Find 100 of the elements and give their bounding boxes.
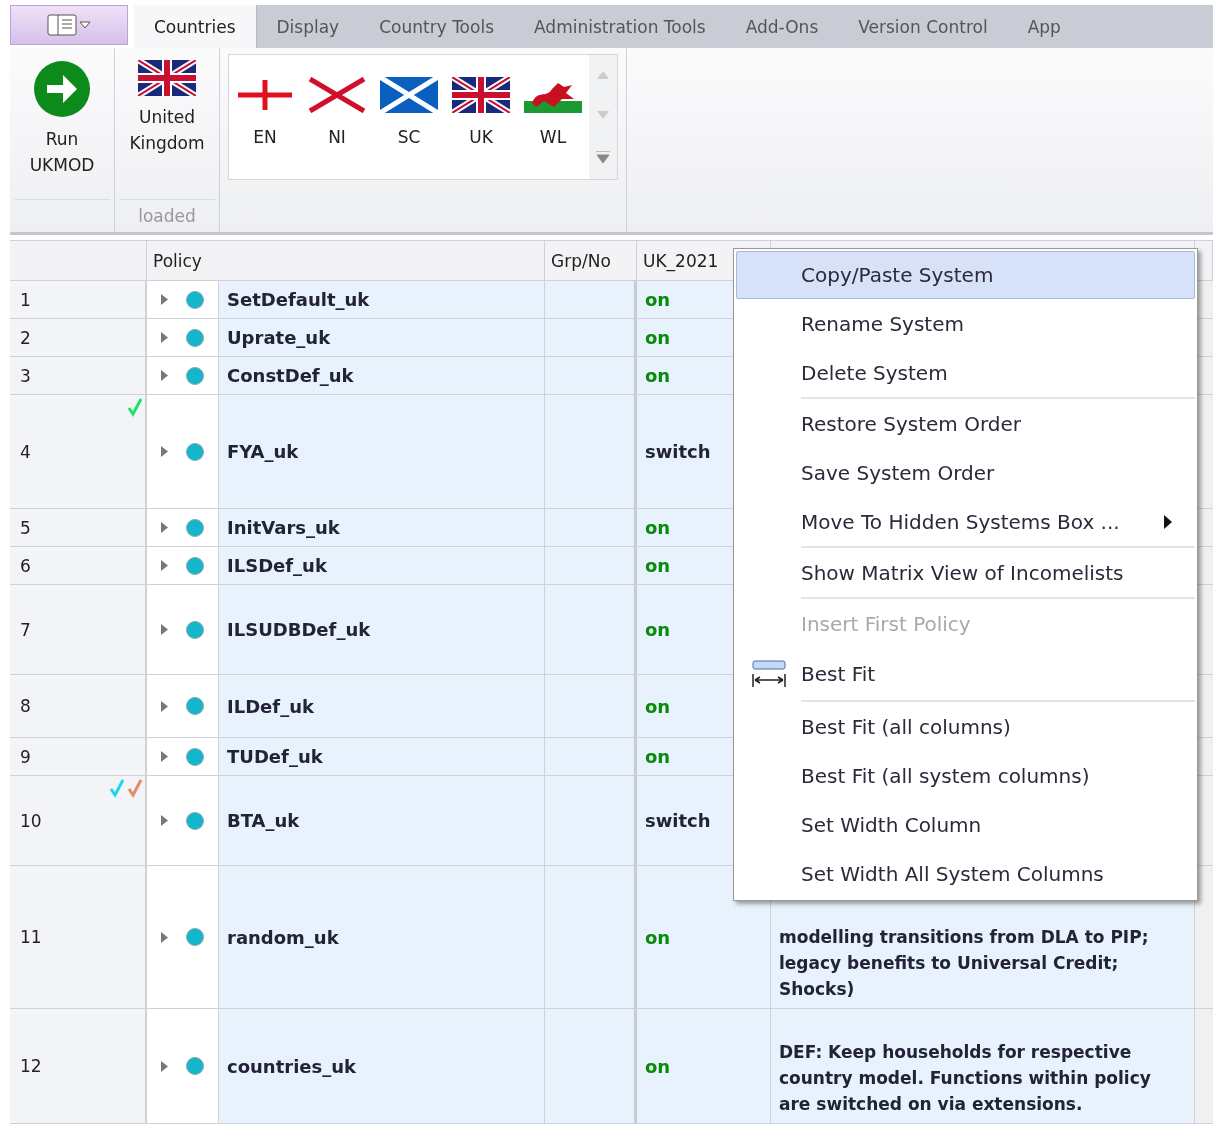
expand-arrow-icon[interactable] bbox=[161, 294, 168, 305]
flag-icon bbox=[308, 77, 366, 113]
policy-status-dot bbox=[186, 556, 204, 575]
expand-arrow-icon[interactable] bbox=[161, 332, 168, 343]
row-number: 11 bbox=[20, 927, 42, 947]
row-number: 10 bbox=[20, 810, 42, 831]
system-status: on bbox=[645, 365, 671, 386]
system-status: on bbox=[645, 619, 671, 640]
expand-arrow-icon[interactable] bbox=[161, 931, 168, 943]
policy-status-dot bbox=[186, 328, 204, 347]
system-status: on bbox=[645, 926, 671, 948]
policy-status-dot bbox=[186, 366, 204, 385]
policy-name: TUDef_uk bbox=[227, 746, 323, 767]
system-status: on bbox=[645, 289, 671, 310]
policy-status-dot bbox=[186, 1057, 204, 1075]
system-status: on bbox=[645, 327, 671, 348]
system-status: switch bbox=[645, 441, 711, 462]
policy-name: FYA_uk bbox=[227, 441, 299, 462]
row-number: 7 bbox=[20, 619, 31, 640]
row-number: 12 bbox=[20, 1056, 42, 1076]
menu-item[interactable]: Set Width All System Columns bbox=[736, 849, 1195, 898]
gallery-expand-icon[interactable] bbox=[596, 151, 610, 163]
country-flag-button[interactable]: NI bbox=[301, 55, 373, 179]
row-number: 5 bbox=[20, 517, 31, 538]
row-number: 9 bbox=[20, 746, 31, 767]
policy-status-dot bbox=[186, 811, 204, 830]
expand-arrow-icon[interactable] bbox=[161, 370, 168, 381]
policy-status-dot bbox=[186, 620, 204, 639]
policy-status-dot bbox=[186, 747, 204, 766]
panel-layout-icon bbox=[47, 13, 91, 37]
expand-arrow-icon[interactable] bbox=[161, 446, 168, 457]
ribbon-tab[interactable]: App bbox=[1007, 5, 1081, 48]
policy-status-dot bbox=[186, 442, 204, 461]
policy-name: ConstDef_uk bbox=[227, 365, 354, 386]
policy-name: ILSUDBDef_uk bbox=[227, 619, 371, 640]
menu-item[interactable]: Copy/Paste System bbox=[736, 251, 1195, 299]
menu-item[interactable]: Restore System Order bbox=[736, 399, 1195, 448]
policy-status-dot bbox=[186, 290, 204, 309]
flag-icon bbox=[380, 77, 438, 113]
policy-name: countries_uk bbox=[227, 1055, 357, 1077]
ribbon-tab[interactable]: Add-Ons bbox=[725, 5, 839, 48]
system-status: on bbox=[645, 517, 671, 538]
policy-name: Uprate_uk bbox=[227, 327, 331, 348]
menu-item[interactable]: Set Width Column bbox=[736, 800, 1195, 849]
expand-arrow-icon[interactable] bbox=[161, 751, 168, 762]
group-label: loaded bbox=[137, 205, 197, 226]
policy-name: InitVars_uk bbox=[227, 517, 340, 538]
policy-comment: modelling transitions from DLA to PIP; legacy benefits to Universal Credit; Shocks) bbox=[779, 926, 1150, 1001]
expand-arrow-icon[interactable] bbox=[161, 1060, 168, 1072]
country-flag-button[interactable]: WL bbox=[517, 55, 589, 179]
row-number: 2 bbox=[20, 327, 31, 348]
expand-arrow-icon[interactable] bbox=[161, 560, 168, 571]
policy-status-dot bbox=[186, 697, 204, 715]
application-menu-button[interactable] bbox=[10, 5, 128, 45]
system-status: on bbox=[645, 746, 671, 767]
menu-item[interactable]: Show Matrix View of Incomelists bbox=[736, 548, 1195, 597]
arrow-right-circle-icon bbox=[33, 60, 91, 118]
system-status: on bbox=[645, 695, 671, 717]
menu-item[interactable]: Best Fit (all columns) bbox=[736, 702, 1195, 751]
policy-status-dot bbox=[186, 928, 204, 946]
column-width-icon bbox=[752, 660, 786, 688]
policy-name: random_uk bbox=[227, 926, 339, 948]
menu-item[interactable]: Save System Order bbox=[736, 448, 1195, 497]
row-number: 8 bbox=[20, 696, 31, 716]
menu-item[interactable]: Move To Hidden Systems Box ... bbox=[736, 497, 1195, 546]
policy-status-dot bbox=[186, 518, 204, 537]
country-flag-button[interactable]: SC bbox=[373, 55, 445, 179]
policy-comment: DEF: Keep households for respective country model. Functions within policy are switched on via extensions. bbox=[779, 1041, 1152, 1116]
flag-icon bbox=[452, 77, 510, 113]
expand-arrow-icon[interactable] bbox=[161, 522, 168, 533]
country-flag-button[interactable]: UK bbox=[445, 55, 517, 179]
submenu-arrow-icon bbox=[1164, 514, 1172, 529]
row-number: 1 bbox=[20, 289, 31, 310]
policy-name: SetDefault_uk bbox=[227, 289, 370, 310]
column-header[interactable]: Policy bbox=[147, 241, 545, 280]
menu-item[interactable]: Delete System bbox=[736, 348, 1195, 397]
row-number: 4 bbox=[20, 441, 31, 462]
expand-arrow-icon[interactable] bbox=[161, 815, 168, 826]
menu-item[interactable]: Best Fit bbox=[736, 648, 1195, 700]
menu-item[interactable]: Best Fit (all system columns) bbox=[736, 751, 1195, 800]
flag-icon bbox=[236, 77, 294, 113]
policy-name: BTA_uk bbox=[227, 810, 300, 831]
system-status: on bbox=[645, 1055, 671, 1077]
expand-arrow-icon[interactable] bbox=[161, 700, 168, 712]
country-button[interactable]: United Kingdom bbox=[119, 56, 215, 200]
system-status: switch bbox=[645, 810, 711, 831]
ribbon-tab[interactable]: Country Tools bbox=[359, 5, 514, 48]
ribbon-tab[interactable]: Display bbox=[256, 5, 360, 48]
policy-name: ILDef_uk bbox=[227, 695, 314, 717]
system-status: on bbox=[645, 555, 671, 576]
row-number: 3 bbox=[20, 365, 31, 386]
ribbon-tab[interactable]: Administration Tools bbox=[514, 5, 726, 48]
run-button[interactable]: Run UKMOD bbox=[14, 56, 110, 200]
ribbon-tab[interactable]: Countries bbox=[134, 5, 257, 48]
ribbon-tab[interactable]: Version Control bbox=[838, 5, 1008, 48]
column-header[interactable]: Grp/No bbox=[545, 241, 637, 280]
country-flag-button[interactable]: EN bbox=[229, 55, 301, 179]
row-number: 6 bbox=[20, 555, 31, 576]
menu-item[interactable]: Rename System bbox=[736, 299, 1195, 348]
expand-arrow-icon[interactable] bbox=[161, 624, 168, 635]
